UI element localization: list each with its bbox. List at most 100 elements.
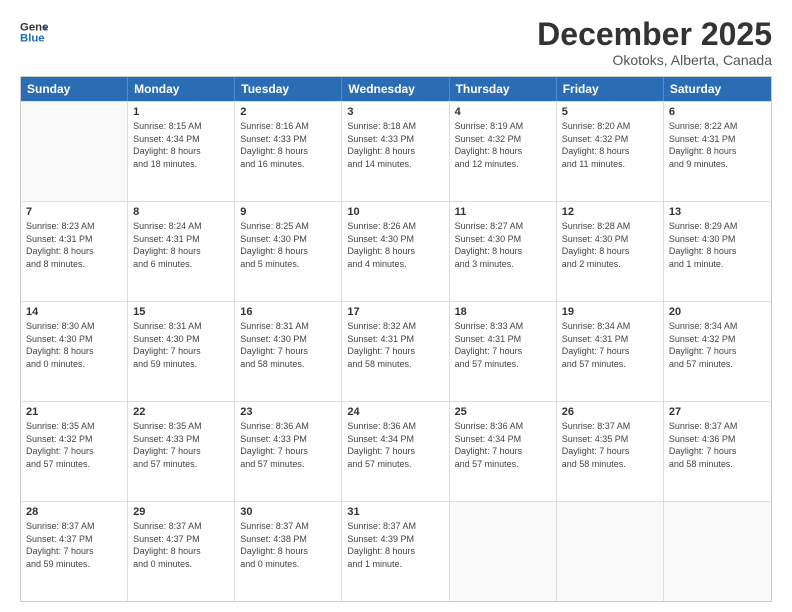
day-cell-1: 1 Sunrise: 8:15 AM Sunset: 4:34 PM Daylig… — [128, 102, 235, 201]
header-cell-friday: Friday — [557, 77, 664, 101]
day-cell-3: 3 Sunrise: 8:18 AM Sunset: 4:33 PM Daylig… — [342, 102, 449, 201]
day-info: Sunrise: 8:15 AM Sunset: 4:34 PM Dayligh… — [133, 120, 229, 170]
day-info: Sunrise: 8:37 AM Sunset: 4:37 PM Dayligh… — [26, 520, 122, 570]
day-info: Sunrise: 8:31 AM Sunset: 4:30 PM Dayligh… — [133, 320, 229, 370]
day-number: 8 — [133, 206, 229, 218]
day-number: 2 — [240, 106, 336, 118]
day-cell-10: 10 Sunrise: 8:26 AM Sunset: 4:30 PM Dayli… — [342, 202, 449, 301]
day-info: Sunrise: 8:24 AM Sunset: 4:31 PM Dayligh… — [133, 220, 229, 270]
page: General Blue December 2025 Okotoks, Albe… — [0, 0, 792, 612]
day-cell-25: 25Sunrise: 8:36 AM Sunset: 4:34 PM Dayli… — [450, 402, 557, 501]
day-cell-8: 8 Sunrise: 8:24 AM Sunset: 4:31 PM Daylig… — [128, 202, 235, 301]
day-number: 23 — [240, 406, 336, 418]
day-cell-23: 23 Sunrise: 8:36 AM Sunset: 4:33 PM Dayli… — [235, 402, 342, 501]
header-cell-monday: Monday — [128, 77, 235, 101]
day-info: Sunrise: 8:31 AM Sunset: 4:30 PM Dayligh… — [240, 320, 336, 370]
day-cell-19: 19Sunrise: 8:34 AM Sunset: 4:31 PM Dayli… — [557, 302, 664, 401]
day-number: 29 — [133, 506, 229, 518]
header-cell-thursday: Thursday — [450, 77, 557, 101]
header: General Blue December 2025 Okotoks, Albe… — [20, 18, 772, 68]
day-info: Sunrise: 8:32 AM Sunset: 4:31 PM Dayligh… — [347, 320, 443, 370]
subtitle: Okotoks, Alberta, Canada — [537, 52, 772, 68]
header-cell-sunday: Sunday — [21, 77, 128, 101]
day-cell-12: 12 Sunrise: 8:28 AM Sunset: 4:30 PM Dayli… — [557, 202, 664, 301]
day-cell-4: 4Sunrise: 8:19 AM Sunset: 4:32 PM Daylig… — [450, 102, 557, 201]
logo-icon: General Blue — [20, 18, 48, 46]
day-info: Sunrise: 8:27 AM Sunset: 4:30 PM Dayligh… — [455, 220, 551, 270]
day-cell-20: 20 Sunrise: 8:34 AM Sunset: 4:32 PM Dayli… — [664, 302, 771, 401]
day-cell-29: 29 Sunrise: 8:37 AM Sunset: 4:37 PM Dayli… — [128, 502, 235, 601]
day-number: 6 — [669, 106, 766, 118]
day-number: 15 — [133, 306, 229, 318]
calendar-row-2: 14 Sunrise: 8:30 AM Sunset: 4:30 PM Dayli… — [21, 301, 771, 401]
day-number: 25 — [455, 406, 551, 418]
day-cell-26: 26Sunrise: 8:37 AM Sunset: 4:35 PM Dayli… — [557, 402, 664, 501]
day-number: 5 — [562, 106, 658, 118]
day-number: 17 — [347, 306, 443, 318]
empty-cell-4-5 — [557, 502, 664, 601]
empty-cell-4-6 — [664, 502, 771, 601]
day-info: Sunrise: 8:18 AM Sunset: 4:33 PM Dayligh… — [347, 120, 443, 170]
day-number: 9 — [240, 206, 336, 218]
day-info: Sunrise: 8:28 AM Sunset: 4:30 PM Dayligh… — [562, 220, 658, 270]
logo: General Blue — [20, 18, 48, 46]
day-number: 16 — [240, 306, 336, 318]
day-number: 19 — [562, 306, 658, 318]
svg-text:General: General — [20, 21, 48, 33]
calendar-row-0: 1 Sunrise: 8:15 AM Sunset: 4:34 PM Daylig… — [21, 101, 771, 201]
day-cell-15: 15 Sunrise: 8:31 AM Sunset: 4:30 PM Dayli… — [128, 302, 235, 401]
header-cell-wednesday: Wednesday — [342, 77, 449, 101]
day-info: Sunrise: 8:37 AM Sunset: 4:38 PM Dayligh… — [240, 520, 336, 570]
day-number: 31 — [347, 506, 443, 518]
day-info: Sunrise: 8:26 AM Sunset: 4:30 PM Dayligh… — [347, 220, 443, 270]
day-number: 28 — [26, 506, 122, 518]
day-number: 30 — [240, 506, 336, 518]
day-cell-18: 18Sunrise: 8:33 AM Sunset: 4:31 PM Dayli… — [450, 302, 557, 401]
day-info: Sunrise: 8:34 AM Sunset: 4:32 PM Dayligh… — [669, 320, 766, 370]
day-info: Sunrise: 8:36 AM Sunset: 4:33 PM Dayligh… — [240, 420, 336, 470]
day-number: 11 — [455, 206, 551, 218]
day-cell-28: 28 Sunrise: 8:37 AM Sunset: 4:37 PM Dayli… — [21, 502, 128, 601]
day-cell-7: 7Sunrise: 8:23 AM Sunset: 4:31 PM Daylig… — [21, 202, 128, 301]
calendar-header: SundayMondayTuesdayWednesdayThursdayFrid… — [21, 77, 771, 101]
calendar: SundayMondayTuesdayWednesdayThursdayFrid… — [20, 76, 772, 602]
empty-cell-4-4 — [450, 502, 557, 601]
day-cell-30: 30 Sunrise: 8:37 AM Sunset: 4:38 PM Dayli… — [235, 502, 342, 601]
day-cell-22: 22Sunrise: 8:35 AM Sunset: 4:33 PM Dayli… — [128, 402, 235, 501]
day-info: Sunrise: 8:22 AM Sunset: 4:31 PM Dayligh… — [669, 120, 766, 170]
header-cell-saturday: Saturday — [664, 77, 771, 101]
day-number: 20 — [669, 306, 766, 318]
day-number: 12 — [562, 206, 658, 218]
day-info: Sunrise: 8:16 AM Sunset: 4:33 PM Dayligh… — [240, 120, 336, 170]
day-number: 27 — [669, 406, 766, 418]
svg-text:Blue: Blue — [20, 33, 45, 45]
header-cell-tuesday: Tuesday — [235, 77, 342, 101]
day-number: 10 — [347, 206, 443, 218]
day-info: Sunrise: 8:37 AM Sunset: 4:39 PM Dayligh… — [347, 520, 443, 570]
day-number: 3 — [347, 106, 443, 118]
calendar-row-1: 7Sunrise: 8:23 AM Sunset: 4:31 PM Daylig… — [21, 201, 771, 301]
day-cell-5: 5Sunrise: 8:20 AM Sunset: 4:32 PM Daylig… — [557, 102, 664, 201]
day-number: 18 — [455, 306, 551, 318]
day-info: Sunrise: 8:37 AM Sunset: 4:37 PM Dayligh… — [133, 520, 229, 570]
day-cell-9: 9Sunrise: 8:25 AM Sunset: 4:30 PM Daylig… — [235, 202, 342, 301]
day-number: 1 — [133, 106, 229, 118]
day-info: Sunrise: 8:37 AM Sunset: 4:36 PM Dayligh… — [669, 420, 766, 470]
day-info: Sunrise: 8:35 AM Sunset: 4:32 PM Dayligh… — [26, 420, 122, 470]
day-cell-31: 31 Sunrise: 8:37 AM Sunset: 4:39 PM Dayli… — [342, 502, 449, 601]
day-info: Sunrise: 8:29 AM Sunset: 4:30 PM Dayligh… — [669, 220, 766, 270]
empty-cell-0-0 — [21, 102, 128, 201]
day-cell-6: 6 Sunrise: 8:22 AM Sunset: 4:31 PM Daylig… — [664, 102, 771, 201]
day-cell-21: 21 Sunrise: 8:35 AM Sunset: 4:32 PM Dayli… — [21, 402, 128, 501]
day-number: 21 — [26, 406, 122, 418]
day-cell-27: 27 Sunrise: 8:37 AM Sunset: 4:36 PM Dayli… — [664, 402, 771, 501]
day-info: Sunrise: 8:30 AM Sunset: 4:30 PM Dayligh… — [26, 320, 122, 370]
day-cell-14: 14 Sunrise: 8:30 AM Sunset: 4:30 PM Dayli… — [21, 302, 128, 401]
day-cell-13: 13 Sunrise: 8:29 AM Sunset: 4:30 PM Dayli… — [664, 202, 771, 301]
day-number: 13 — [669, 206, 766, 218]
day-number: 14 — [26, 306, 122, 318]
day-cell-17: 17 Sunrise: 8:32 AM Sunset: 4:31 PM Dayli… — [342, 302, 449, 401]
day-info: Sunrise: 8:19 AM Sunset: 4:32 PM Dayligh… — [455, 120, 551, 170]
calendar-body: 1 Sunrise: 8:15 AM Sunset: 4:34 PM Daylig… — [21, 101, 771, 601]
day-cell-24: 24Sunrise: 8:36 AM Sunset: 4:34 PM Dayli… — [342, 402, 449, 501]
